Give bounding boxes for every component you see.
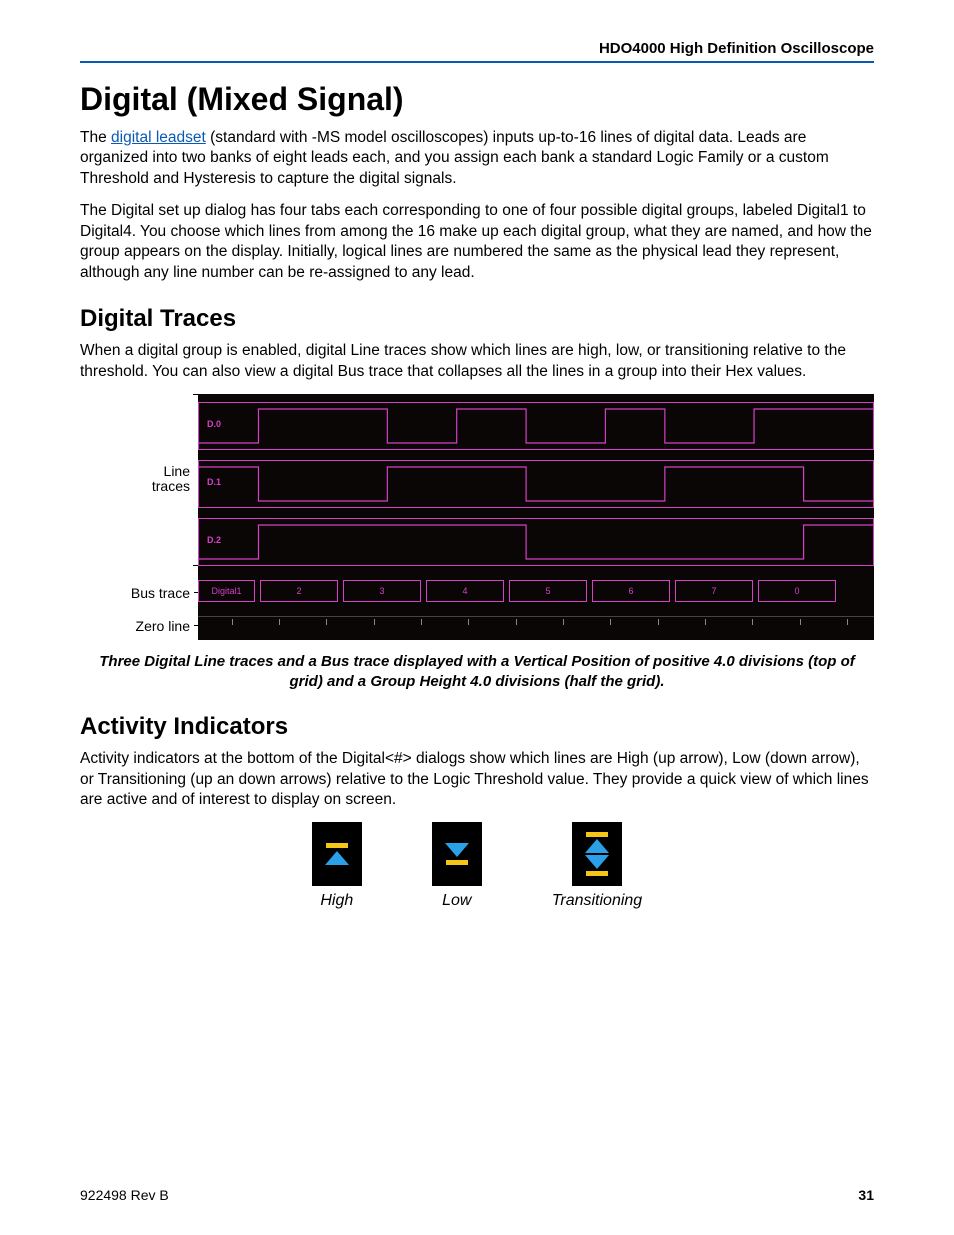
transitioning-indicator-icon xyxy=(572,822,622,886)
low-indicator-icon xyxy=(432,822,482,886)
footer-page: 31 xyxy=(858,1187,874,1203)
bus-val-3: 5 xyxy=(509,580,587,602)
header-product: HDO4000 High Definition Oscilloscope xyxy=(80,40,874,63)
transitioning-label: Transitioning xyxy=(552,892,642,909)
intro-para-2: The Digital set up dialog has four tabs … xyxy=(80,201,874,283)
trace-caption: Three Digital Line traces and a Bus trac… xyxy=(90,652,864,691)
label-zero-line: Zero line xyxy=(136,619,190,634)
bus-val-4: 6 xyxy=(592,580,670,602)
intro-pre: The xyxy=(80,129,111,146)
digital-traces-para: When a digital group is enabled, digital… xyxy=(80,341,874,382)
high-label: High xyxy=(320,892,353,909)
bus-val-5: 7 xyxy=(675,580,753,602)
page-title: Digital (Mixed Signal) xyxy=(80,81,874,118)
high-indicator-icon xyxy=(312,822,362,886)
lane-label-d2: D.2 xyxy=(207,535,221,545)
bus-val-1: 3 xyxy=(343,580,421,602)
low-label: Low xyxy=(442,892,471,909)
intro-para-1: The digital leadset (standard with -MS m… xyxy=(80,128,874,189)
lane-label-d0: D.0 xyxy=(207,419,221,429)
digital-leadset-link[interactable]: digital leadset xyxy=(111,129,206,146)
activity-para: Activity indicators at the bottom of the… xyxy=(80,749,874,810)
label-line-traces: Line traces xyxy=(152,464,190,495)
section-activity-indicators: Activity Indicators xyxy=(80,713,874,741)
bus-label: Digital1 xyxy=(198,580,255,602)
bus-val-2: 4 xyxy=(426,580,504,602)
label-bus-trace: Bus trace xyxy=(131,586,190,601)
footer-rev: 922498 Rev B xyxy=(80,1187,169,1203)
section-digital-traces: Digital Traces xyxy=(80,305,874,333)
bus-val-6: 0 xyxy=(758,580,836,602)
bus-val-0: 2 xyxy=(260,580,338,602)
lane-label-d1: D.1 xyxy=(207,477,221,487)
trace-diagram: Line traces Bus trace Zero line D.0 D.1 xyxy=(80,394,874,640)
activity-indicator-row: High Low Transitioning xyxy=(80,822,874,910)
